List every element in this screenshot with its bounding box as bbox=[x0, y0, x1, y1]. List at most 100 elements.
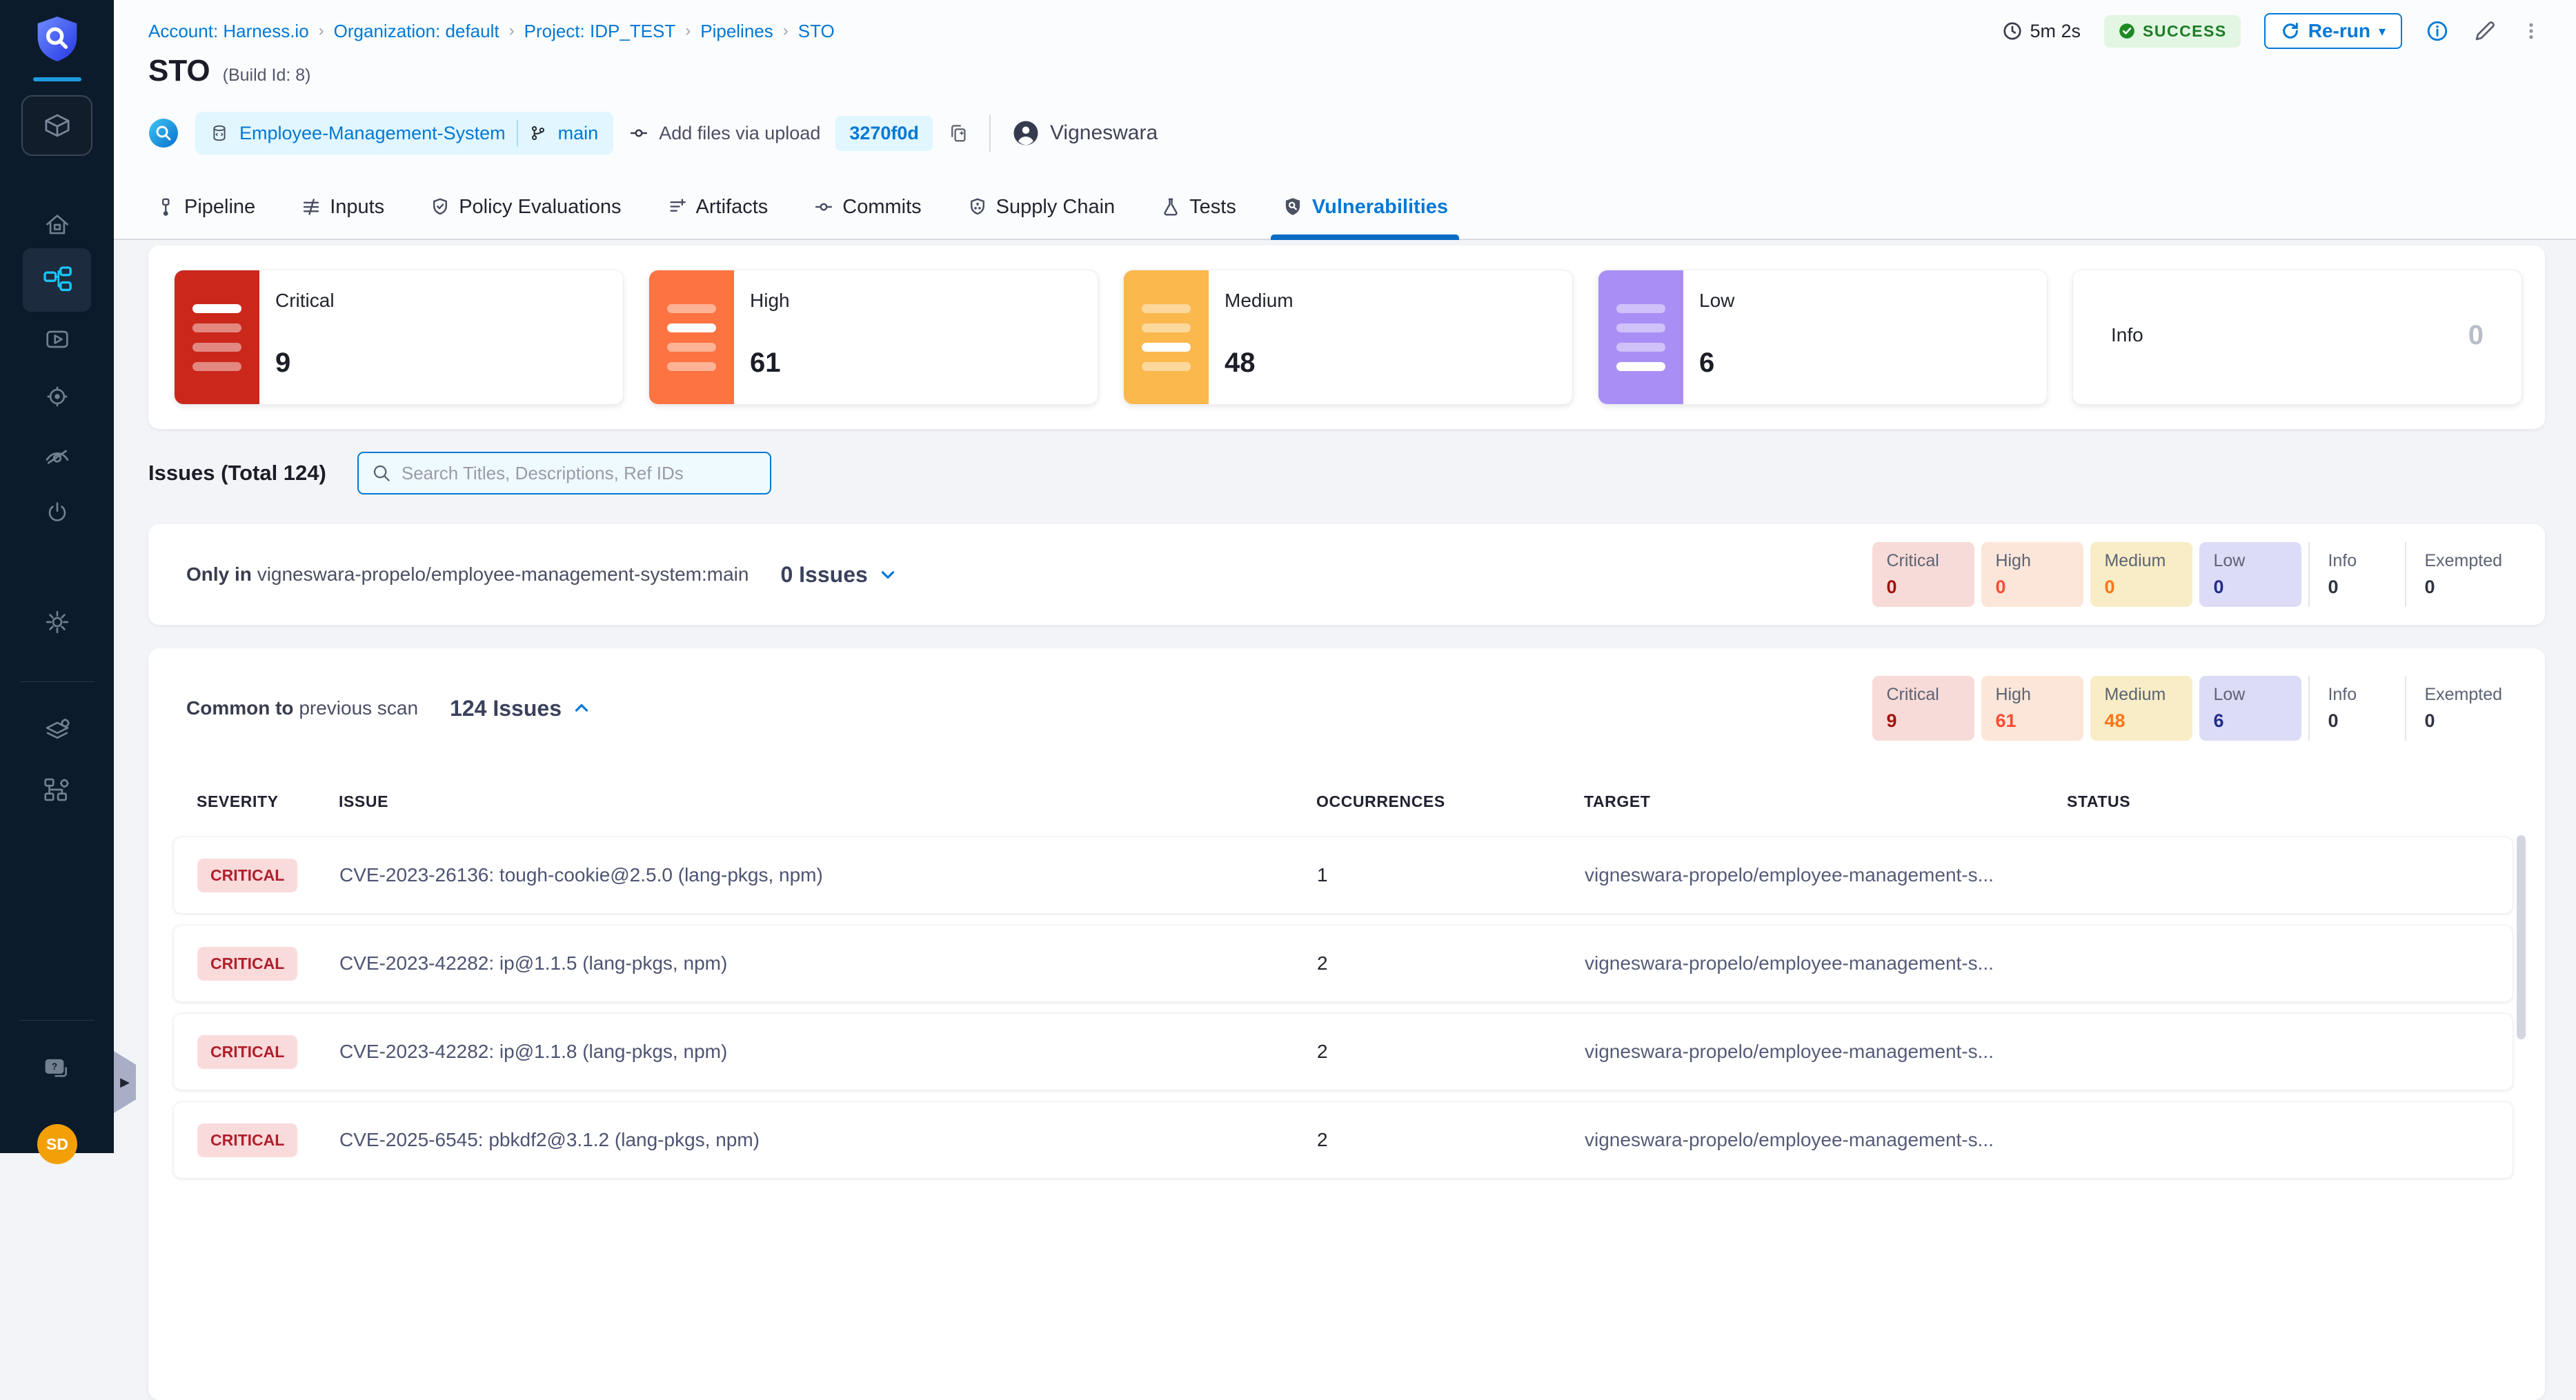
chip-low: Low6 bbox=[2199, 676, 2301, 741]
sidebar-item-pipelines-active[interactable] bbox=[23, 248, 91, 312]
table-row[interactable]: CRITICAL CVE-2025-6545: pbkdf2@3.1.2 (la… bbox=[173, 1101, 2513, 1179]
group-issue-count-toggle[interactable]: 124 Issues bbox=[450, 696, 592, 721]
severity-card-value: 6 bbox=[1699, 348, 1714, 379]
flask-icon bbox=[1160, 197, 1181, 217]
chip-low: Low0 bbox=[2199, 542, 2301, 607]
module-selector-button[interactable] bbox=[23, 97, 91, 154]
breadcrumb-separator: › bbox=[319, 21, 324, 41]
chip-medium: Medium48 bbox=[2090, 676, 2192, 741]
severity-card-value: 48 bbox=[1225, 348, 1256, 379]
severity-card-low[interactable]: Low 6 bbox=[1598, 270, 2048, 405]
rerun-button[interactable]: Re-run ▾ bbox=[2264, 13, 2402, 49]
chip-info: Info0 bbox=[2308, 542, 2398, 607]
severity-card-value: 61 bbox=[750, 348, 781, 379]
column-header-target: TARGET bbox=[1584, 792, 2067, 811]
severity-gauge-critical bbox=[175, 270, 259, 404]
sidebar-item-executions[interactable] bbox=[0, 324, 114, 354]
repo-branch-pill[interactable]: Employee-Management-System main bbox=[195, 112, 613, 154]
column-header-occurrences: OCCURRENCES bbox=[1301, 792, 1584, 811]
tab-supply-chain[interactable]: Supply Chain bbox=[967, 175, 1116, 239]
hierarchy-gear-icon bbox=[41, 774, 73, 806]
column-header-status: STATUS bbox=[2067, 792, 2513, 811]
issue-target: vigneswara-propelo/employee-management-s… bbox=[1585, 952, 2068, 974]
page-header: Account: Harness.io › Organization: defau… bbox=[114, 0, 2576, 240]
supply-chain-shield-icon bbox=[967, 197, 988, 217]
play-screen-icon bbox=[42, 324, 72, 354]
issue-occurrences: 1 bbox=[1302, 864, 1585, 886]
breadcrumb-separator: › bbox=[685, 21, 691, 41]
vulnerabilities-shield-search-icon bbox=[1282, 196, 1304, 218]
eye-off-icon bbox=[41, 441, 73, 472]
severity-badge: CRITICAL bbox=[197, 1123, 297, 1157]
issues-search bbox=[357, 452, 771, 494]
pipelines-icon bbox=[41, 263, 74, 297]
harness-sto-logo-icon[interactable] bbox=[30, 12, 85, 69]
user-avatar[interactable]: SD bbox=[37, 1124, 77, 1164]
severity-gauge-high bbox=[649, 270, 734, 404]
breadcrumb-account[interactable]: Account: Harness.io bbox=[148, 21, 309, 42]
sidebar-item-help[interactable]: ? bbox=[0, 1054, 114, 1086]
table-scrollbar[interactable] bbox=[2517, 835, 2526, 1039]
table-row[interactable]: CRITICAL CVE-2023-26136: tough-cookie@2.… bbox=[173, 837, 2513, 914]
search-input[interactable] bbox=[357, 452, 771, 494]
sidebar-item-getting-started[interactable] bbox=[0, 498, 114, 528]
sidebar-item-org-settings[interactable] bbox=[0, 774, 114, 806]
sto-scan-icon bbox=[147, 117, 180, 150]
group-scope-text: Common to previous scan bbox=[186, 697, 418, 719]
issues-table-body: CRITICAL CVE-2023-26136: tough-cookie@2.… bbox=[173, 837, 2513, 1179]
severity-card-medium[interactable]: Medium 48 bbox=[1123, 270, 1573, 405]
issue-target: vigneswara-propelo/employee-management-s… bbox=[1585, 1041, 2068, 1063]
chip-medium: Medium0 bbox=[2090, 542, 2192, 607]
tab-vulnerabilities[interactable]: Vulnerabilities bbox=[1282, 175, 1448, 239]
inputs-tab-icon bbox=[301, 197, 321, 217]
issue-target: vigneswara-propelo/employee-management-s… bbox=[1585, 864, 2068, 886]
breadcrumb-pipelines[interactable]: Pipelines bbox=[700, 21, 773, 42]
table-row[interactable]: CRITICAL CVE-2023-42282: ip@1.1.5 (lang-… bbox=[173, 925, 2513, 1002]
repository-icon bbox=[210, 123, 228, 143]
severity-card-high[interactable]: High 61 bbox=[648, 270, 1098, 405]
sidebar: ? SD bbox=[0, 0, 114, 1153]
caret-down-icon: ▾ bbox=[2379, 23, 2386, 40]
breadcrumb-pipeline-name[interactable]: STO bbox=[798, 21, 835, 42]
sidebar-item-exemptions[interactable] bbox=[0, 441, 114, 472]
chevron-down-icon bbox=[878, 564, 898, 585]
sidebar-item-targets[interactable] bbox=[0, 381, 114, 412]
group-issue-count-toggle[interactable]: 0 Issues bbox=[780, 562, 898, 588]
commit-icon bbox=[628, 123, 649, 143]
tab-tests[interactable]: Tests bbox=[1160, 175, 1236, 239]
refresh-icon bbox=[2281, 21, 2300, 41]
severity-chip-row: Critical9 High61 Medium48 Low6 Info0 Exe… bbox=[1872, 676, 2516, 741]
edit-button[interactable] bbox=[2473, 19, 2497, 43]
tab-artifacts[interactable]: Artifacts bbox=[667, 175, 769, 239]
commit-sha-pill[interactable]: 3270f0d bbox=[835, 116, 933, 151]
build-id-label: (Build Id: 8) bbox=[223, 66, 311, 86]
breadcrumb-organization[interactable]: Organization: default bbox=[334, 21, 499, 42]
info-button[interactable] bbox=[2426, 19, 2449, 43]
sidebar-item-settings[interactable] bbox=[0, 607, 114, 637]
severity-chip-row: Critical0 High0 Medium0 Low0 Info0 Exemp… bbox=[1872, 542, 2516, 607]
severity-card-info[interactable]: Info 0 bbox=[2072, 270, 2522, 405]
tab-pipeline[interactable]: Pipeline bbox=[155, 175, 255, 239]
more-options-button[interactable] bbox=[2521, 19, 2542, 43]
sidebar-divider bbox=[19, 1020, 95, 1021]
copy-icon[interactable] bbox=[948, 122, 969, 144]
sidebar-item-project-settings[interactable] bbox=[0, 715, 114, 747]
severity-card-value: 0 bbox=[2468, 320, 2484, 351]
tab-inputs[interactable]: Inputs bbox=[301, 175, 384, 239]
sidebar-item-home[interactable] bbox=[0, 210, 114, 240]
app-window: ? SD ▶ Account: Harness.io› Organization… bbox=[0, 0, 2576, 1153]
breadcrumb-project[interactable]: Project: IDP_TEST bbox=[524, 21, 676, 42]
table-row[interactable]: CRITICAL CVE-2023-42282: ip@1.1.8 (lang-… bbox=[173, 1013, 2513, 1090]
vertical-divider bbox=[989, 114, 991, 152]
group-common-to: Common to previous scan 124 Issues Criti… bbox=[148, 648, 2545, 1400]
severity-badge: CRITICAL bbox=[197, 1035, 297, 1069]
chip-high: High61 bbox=[1981, 676, 2083, 741]
layers-gear-icon bbox=[41, 715, 73, 747]
tab-commits[interactable]: Commits bbox=[813, 175, 921, 239]
severity-card-critical[interactable]: Critical 9 bbox=[174, 270, 624, 405]
branch-name: main bbox=[558, 123, 599, 144]
issues-table-header: SEVERITY ISSUE OCCURRENCES TARGET STATUS bbox=[173, 792, 2513, 811]
severity-card-label: Critical bbox=[275, 290, 335, 312]
severity-card-label: Low bbox=[1699, 290, 1734, 312]
tab-policy-evaluations[interactable]: Policy Evaluations bbox=[430, 175, 621, 239]
